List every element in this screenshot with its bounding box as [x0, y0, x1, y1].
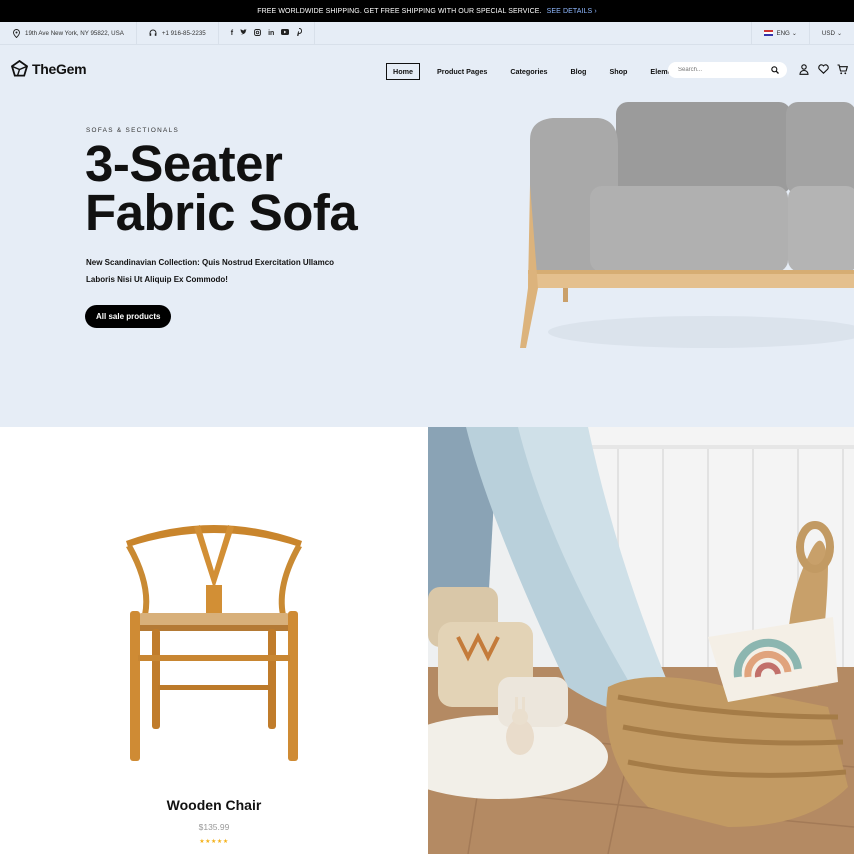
cart-icon[interactable]: [837, 64, 848, 75]
pinterest-icon[interactable]: [296, 27, 303, 38]
twitter-icon[interactable]: [240, 29, 247, 37]
headset-icon: [149, 29, 158, 38]
facebook-icon[interactable]: f: [231, 30, 233, 37]
hero-subtitle: New Scandinavian Collection: Quis Nostru…: [86, 254, 346, 288]
lifestyle-image: [428, 427, 854, 854]
user-icon[interactable]: [799, 64, 810, 75]
see-details-link[interactable]: SEE DETAILS ›: [547, 8, 597, 15]
location-pin-icon: [12, 28, 21, 38]
nav-blog[interactable]: Blog: [564, 64, 592, 79]
kids-room-scene: [428, 427, 854, 854]
instagram-icon[interactable]: [254, 28, 262, 38]
product-rating: ★★★★★: [199, 839, 229, 845]
logo-text: TheGem: [32, 60, 87, 77]
hero-subtitle-line-1: New Scandinavian Collection: Quis Nostru…: [86, 258, 335, 267]
product-price: $135.99: [198, 822, 230, 832]
social-links: f in: [219, 22, 316, 44]
address-text: 19th Ave New York, NY 95822, USA: [25, 29, 124, 37]
chevron-down-icon: ⌄: [791, 30, 797, 37]
nav-shop[interactable]: Shop: [603, 64, 633, 79]
heart-icon[interactable]: [818, 64, 829, 75]
product-name[interactable]: Wooden Chair: [0, 797, 428, 813]
sofa-image: [520, 102, 854, 348]
hero-title: 3-Seater Fabric Sofa: [85, 138, 415, 238]
hero-title-line-2: Fabric Sofa: [85, 184, 358, 241]
announcement-text: FREE WORLDWIDE SHIPPING. GET FREE SHIPPI…: [257, 7, 542, 15]
chevron-down-icon: ⌄: [836, 30, 842, 37]
hero-subtitle-line-2: Laboris Nisi Ut Aliquip Ex Commodo!: [86, 275, 228, 284]
search-input[interactable]: [678, 67, 768, 73]
uk-flag-icon: [764, 30, 774, 36]
phone-text: +1 916-85-2235: [161, 29, 206, 37]
search-box: [668, 62, 787, 78]
currency-selector[interactable]: USD ⌄: [808, 22, 854, 44]
phone[interactable]: +1 916-85-2235: [137, 22, 219, 44]
language-selector[interactable]: ENG ⌄: [751, 22, 808, 44]
wooden-chair-image: [126, 525, 302, 761]
nav-home[interactable]: Home: [386, 63, 420, 80]
nav-categories[interactable]: Categories: [504, 64, 553, 79]
linkedin-icon[interactable]: in: [268, 30, 274, 37]
site-logo[interactable]: TheGem: [11, 60, 87, 77]
hero-kicker: SOFAS & SECTIONALS: [86, 127, 180, 134]
nav-product-pages[interactable]: Product Pages: [431, 64, 493, 79]
logo-icon: [11, 60, 28, 77]
currency-label: USD: [821, 29, 835, 37]
main-nav: Home Product Pages Categories Blog Shop …: [386, 63, 699, 80]
header-actions: [799, 64, 848, 75]
announcement-bar: FREE WORLDWIDE SHIPPING. GET FREE SHIPPI…: [0, 0, 854, 22]
youtube-icon[interactable]: [281, 29, 290, 37]
search-icon[interactable]: [771, 61, 779, 79]
info-bar: 19th Ave New York, NY 95822, USA +1 916-…: [0, 22, 854, 45]
address: 19th Ave New York, NY 95822, USA: [0, 22, 137, 44]
all-sale-products-button[interactable]: All sale products: [85, 305, 172, 328]
language-label: ENG: [776, 29, 790, 37]
